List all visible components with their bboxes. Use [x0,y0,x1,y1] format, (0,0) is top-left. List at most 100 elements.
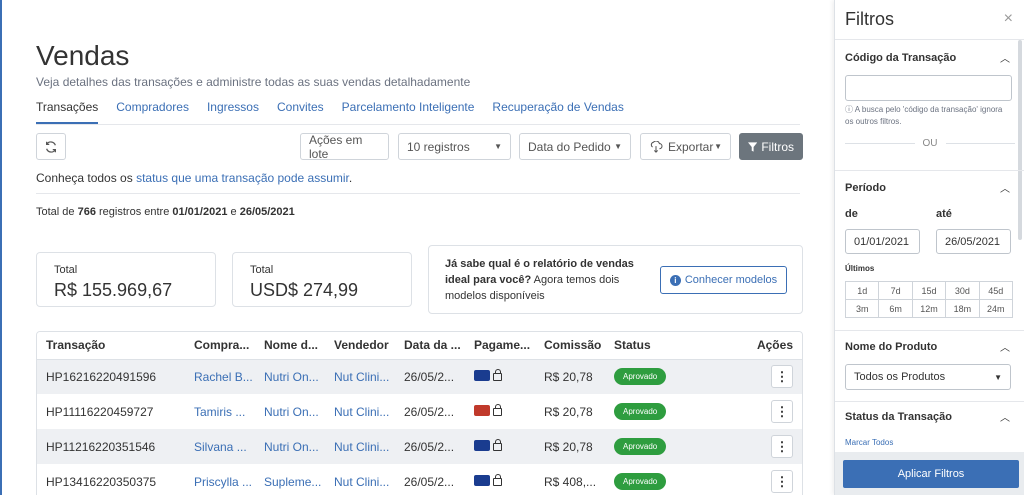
product-link[interactable]: Nutri On... [255,359,325,394]
range-45d-button[interactable]: 45d [978,281,1013,300]
row-actions-button[interactable]: ⋮ [771,400,793,423]
col-transacao[interactable]: Transação [37,332,185,360]
from-label: de [845,208,858,220]
section-divider [835,170,1024,171]
status-link[interactable]: status que uma transação pode assumir [136,171,349,185]
status-cell: Aprovado [605,394,735,429]
range-7d-button[interactable]: 7d [878,281,913,300]
range-15d-button[interactable]: 15d [911,281,947,300]
product-select-value: Todos os Produtos [854,371,946,383]
row-actions-button[interactable]: ⋮ [771,470,793,493]
order-date: 26/05/2... [395,429,465,464]
section-divider [36,193,800,194]
close-icon[interactable]: × [1004,10,1013,28]
buyer-link[interactable]: Rachel B... [185,359,255,394]
mark-all-link[interactable]: Marcar Todos [845,438,893,447]
apply-filters-button[interactable]: Aplicar Filtros [843,460,1019,488]
credit-card-icon [474,369,490,381]
col-data[interactable]: Data da ... [395,332,465,360]
know-models-button[interactable]: i Conhecer modelos [660,266,787,294]
panel-scrollbar[interactable] [1018,40,1022,240]
to-label: até [936,208,952,220]
tab-parcelamento[interactable]: Parcelamento Inteligente [342,100,475,124]
tab-convites[interactable]: Convites [277,100,324,124]
chevron-up-icon[interactable]: ︿ [1000,50,1010,65]
seller-link[interactable]: Nut Clini... [325,394,395,429]
col-pagamento[interactable]: Pagame... [465,332,535,360]
status-note: Conheça todos os status que uma transaçã… [36,171,352,185]
col-status[interactable]: Status [605,332,735,360]
total-usd-card: Total USD$ 274,99 [232,252,412,307]
range-3m-button[interactable]: 3m [845,299,880,318]
tab-transacoes[interactable]: Transações [36,100,99,124]
seller-link[interactable]: Nut Clini... [325,429,395,464]
row-actions-button[interactable]: ⋮ [771,365,793,389]
table-row[interactable]: HP11116220459727 Tamiris ... Nutri On...… [37,394,802,429]
actions-cell: ⋮ [735,359,802,394]
totals-count: 766 [77,206,96,218]
total-usd-value: USD$ 274,99 [250,280,359,300]
range-24m-button[interactable]: 24m [978,299,1013,318]
code-note-text: A busca pelo 'código da transação' ignor… [845,105,1003,126]
records-select[interactable]: 10 registros ▼ [398,133,511,160]
totals-prefix: Total de [36,206,75,218]
tab-ingressos[interactable]: Ingressos [207,100,259,124]
row-actions-button[interactable]: ⋮ [771,435,793,458]
filters-panel-header: Filtros × [835,0,1024,40]
chevron-up-icon[interactable]: ︿ [1000,180,1010,195]
order-date: 26/05/2... [404,404,455,419]
seller-link[interactable]: Nut Clini... [325,359,395,394]
range-30d-button[interactable]: 30d [945,281,980,300]
from-date-input[interactable]: 01/01/2021 [845,229,920,254]
tab-recuperacao[interactable]: Recuperação de Vendas [492,100,623,124]
table-row[interactable]: HP16216220491596 Rachel B... Nutri On...… [37,359,802,394]
seller-link[interactable]: Nut Clini... [325,464,395,495]
buyer-link[interactable]: Silvana ... [185,429,255,464]
commission: R$ 408,... [544,474,597,489]
range-1d-button[interactable]: 1d [845,281,880,300]
page-title: Vendas [36,40,130,71]
status-cell: Aprovado [605,464,735,495]
range-18m-button[interactable]: 18m [945,299,980,318]
credit-card-icon [474,474,490,486]
code-section-title[interactable]: Código da Transação [845,52,956,64]
tab-compradores[interactable]: Compradores [116,100,189,124]
transactions-table: Transação Compra... Nome d... Vendedor D… [36,331,803,495]
to-date-input[interactable]: 26/05/2021 [936,229,1011,254]
buyer-link[interactable]: Priscylla ... [185,464,255,495]
totals-middle: registros entre [99,206,170,218]
batch-actions-button[interactable]: Ações em lote [300,133,389,161]
export-button[interactable]: Exportar ▼ [640,133,731,160]
col-nome-produto[interactable]: Nome d... [255,332,325,360]
quick-range-grid: 1d 7d 15d 30d 45d 3m 6m 12m 18m 24m [845,281,1013,318]
main-content: Vendas Veja detalhes das transações e ad… [0,0,834,495]
status-badge: Aprovado [614,368,667,386]
totals-and: e [230,206,237,218]
table-row[interactable]: HP11216220351546 Silvana ... Nutri On...… [37,429,802,464]
date-type-select[interactable]: Data do Pedido ▼ [519,133,631,160]
credit-card-icon [474,404,490,416]
section-divider [835,401,1024,402]
range-12m-button[interactable]: 12m [911,299,947,318]
totals-start-date: 01/01/2021 [172,206,228,218]
table-row[interactable]: HP13416220350375 Priscylla ... Supleme..… [37,464,802,495]
status-section-title[interactable]: Status da Transação [845,411,952,423]
filters-button[interactable]: Filtros [739,133,803,160]
product-section-title[interactable]: Nome do Produto [845,341,937,353]
col-comissao[interactable]: Comissão [535,332,605,360]
product-link[interactable]: Nutri On... [255,394,325,429]
chevron-up-icon[interactable]: ︿ [1000,409,1010,424]
product-link[interactable]: Nutri On... [255,429,325,464]
buyer-link[interactable]: Tamiris ... [185,394,255,429]
col-vendedor[interactable]: Vendedor [325,332,395,360]
transaction-code-input[interactable] [845,75,1012,101]
product-link[interactable]: Supleme... [255,464,325,495]
refresh-button[interactable] [36,133,66,160]
product-select[interactable]: Todos os Produtos ▼ [845,364,1011,390]
period-section-title[interactable]: Período [845,182,886,194]
chevron-up-icon[interactable]: ︿ [1000,339,1010,354]
info-icon: i [669,274,681,286]
range-6m-button[interactable]: 6m [878,299,913,318]
export-label: Exportar [668,139,714,154]
col-comprador[interactable]: Compra... [185,332,255,360]
